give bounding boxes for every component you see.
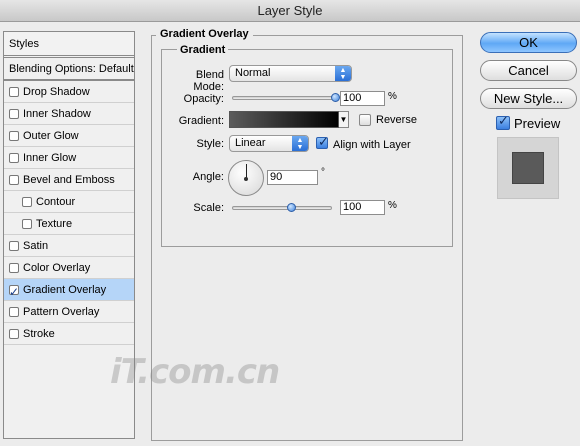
watermark-logo: iT.com.cn bbox=[110, 352, 280, 392]
angle-hub bbox=[244, 177, 248, 181]
style-checkbox[interactable] bbox=[22, 196, 32, 207]
align-with-layer-label: Align with Layer bbox=[333, 139, 411, 151]
style-item-pattern-overlay[interactable]: Pattern Overlay bbox=[4, 301, 134, 323]
scale-slider-thumb[interactable] bbox=[287, 203, 296, 212]
style-item-label: Stroke bbox=[23, 327, 55, 340]
style-item-label: Inner Glow bbox=[23, 151, 77, 164]
style-item-label: Inner Shadow bbox=[23, 107, 91, 120]
style-item-stroke[interactable]: Stroke bbox=[4, 323, 134, 345]
scale-input[interactable]: 100 bbox=[340, 200, 385, 215]
reverse-label: Reverse bbox=[376, 114, 417, 126]
opacity-slider-thumb[interactable] bbox=[331, 93, 340, 102]
cancel-button[interactable]: Cancel bbox=[480, 60, 577, 81]
blend-mode-value: Normal bbox=[235, 67, 271, 79]
dialog-body: Styles Blending Options: Default Drop Sh… bbox=[0, 22, 580, 446]
style-checkbox[interactable] bbox=[9, 174, 19, 185]
opacity-input[interactable]: 100 bbox=[340, 91, 385, 106]
scale-unit: % bbox=[388, 200, 397, 211]
style-value: Linear bbox=[235, 137, 266, 149]
style-item-inner-glow[interactable]: Inner Glow bbox=[4, 147, 134, 169]
style-checkbox[interactable] bbox=[9, 306, 19, 317]
style-checkbox[interactable] bbox=[9, 108, 19, 119]
style-item-color-overlay[interactable]: Color Overlay bbox=[4, 257, 134, 279]
style-checkbox[interactable] bbox=[9, 281, 19, 303]
style-item-texture[interactable]: Texture bbox=[4, 213, 134, 235]
styles-header[interactable]: Styles bbox=[4, 32, 134, 58]
scale-slider-track[interactable] bbox=[232, 206, 332, 210]
blending-options-item[interactable]: Blending Options: Default bbox=[4, 58, 134, 81]
style-item-label: Satin bbox=[23, 239, 49, 252]
gradient-picker-arrow-icon[interactable]: ▼ bbox=[339, 111, 349, 128]
style-item-label: Color Overlay bbox=[23, 261, 91, 274]
select-arrows-icon: ▲ ▼ bbox=[292, 136, 308, 151]
panel-title: Gradient Overlay bbox=[156, 28, 253, 40]
blend-mode-label: Blend Mode: bbox=[193, 69, 224, 93]
preview-swatch bbox=[497, 137, 559, 199]
style-checkbox[interactable] bbox=[9, 152, 19, 163]
ok-button[interactable]: OK bbox=[480, 32, 577, 53]
style-checkbox[interactable] bbox=[9, 328, 19, 339]
style-checkbox[interactable] bbox=[9, 130, 19, 141]
select-arrows-icon: ▲ ▼ bbox=[335, 66, 351, 81]
style-item-drop-shadow[interactable]: Drop Shadow bbox=[4, 81, 134, 103]
reverse-checkbox[interactable] bbox=[359, 114, 371, 126]
style-item-label: Outer Glow bbox=[23, 129, 79, 142]
style-item-inner-shadow[interactable]: Inner Shadow bbox=[4, 103, 134, 125]
opacity-slider-track[interactable] bbox=[232, 96, 336, 100]
style-checkbox[interactable] bbox=[9, 86, 19, 97]
preview-swatch-inner bbox=[512, 152, 544, 184]
preview-checkbox[interactable] bbox=[496, 114, 510, 130]
style-select[interactable]: Linear ▲ ▼ bbox=[229, 135, 309, 152]
gradient-swatch[interactable] bbox=[229, 111, 339, 128]
style-item-label: Drop Shadow bbox=[23, 85, 90, 98]
preview-label: Preview bbox=[514, 116, 561, 131]
angle-input[interactable]: 90 bbox=[267, 170, 318, 185]
style-items: Drop Shadow Inner Shadow Outer Glow Inner G… bbox=[4, 81, 134, 345]
group-title: Gradient bbox=[177, 44, 229, 56]
window-title: Layer Style bbox=[0, 0, 580, 22]
gradient-label: Gradient: bbox=[178, 115, 224, 127]
style-item-label: Contour bbox=[36, 195, 76, 208]
angle-dial[interactable] bbox=[228, 160, 264, 196]
align-with-layer-checkbox[interactable] bbox=[316, 135, 329, 150]
scale-label: Scale: bbox=[193, 202, 224, 214]
style-checkbox[interactable] bbox=[9, 240, 19, 251]
style-item-label: Bevel and Emboss bbox=[23, 173, 115, 186]
style-label: Style: bbox=[196, 138, 224, 150]
style-checkbox[interactable] bbox=[22, 218, 32, 229]
style-item-label: Pattern Overlay bbox=[23, 305, 100, 318]
angle-unit: ° bbox=[321, 167, 325, 178]
style-item-outer-glow[interactable]: Outer Glow bbox=[4, 125, 134, 147]
style-item-satin[interactable]: Satin bbox=[4, 235, 134, 257]
style-item-gradient-overlay[interactable]: Gradient Overlay bbox=[4, 279, 134, 303]
style-item-bevel-and-emboss[interactable]: Bevel and Emboss bbox=[4, 169, 134, 191]
angle-label: Angle: bbox=[192, 171, 224, 183]
blend-mode-select[interactable]: Normal ▲ ▼ bbox=[229, 65, 352, 82]
new-style-button[interactable]: New Style... bbox=[480, 88, 577, 109]
style-checkbox[interactable] bbox=[9, 262, 19, 273]
style-item-label: Gradient Overlay bbox=[23, 283, 107, 296]
opacity-label: Opacity: bbox=[183, 93, 224, 105]
opacity-unit: % bbox=[388, 91, 397, 102]
style-item-label: Texture bbox=[36, 217, 73, 230]
style-item-contour[interactable]: Contour bbox=[4, 191, 134, 213]
